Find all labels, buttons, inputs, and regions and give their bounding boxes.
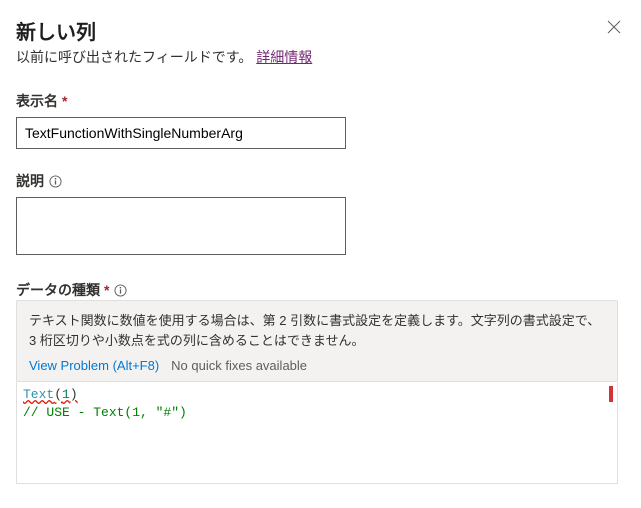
required-marker: *	[62, 93, 67, 109]
subtitle-text: 以前に呼び出されたフィールドです。	[16, 49, 256, 65]
view-problem-link[interactable]: View Problem (Alt+F8)	[29, 358, 159, 373]
error-message: テキスト関数に数値を使用する場合は、第 2 引数に書式設定を定義します。文字列の…	[29, 311, 605, 350]
data-type-field: データの種類 * テキスト関数に数値を使用する場合は、第 2 引数に書式設定を定…	[16, 280, 625, 484]
display-name-input[interactable]	[16, 117, 346, 149]
display-name-label: 表示名 *	[16, 91, 625, 111]
display-name-field: 表示名 *	[16, 91, 625, 149]
code-open-paren: (	[54, 387, 62, 402]
close-button[interactable]	[603, 16, 625, 38]
description-input[interactable]	[16, 197, 346, 255]
info-icon	[113, 283, 127, 297]
new-column-panel: 新しい列 以前に呼び出されたフィールドです。 詳細情報 表示名 * 説明 データ…	[0, 0, 641, 508]
panel-subtitle: 以前に呼び出されたフィールドです。 詳細情報	[16, 47, 625, 67]
description-label-text: 説明	[16, 171, 44, 191]
more-info-link[interactable]: 詳細情報	[256, 49, 312, 65]
code-function: Text	[23, 387, 54, 402]
panel-title: 新しい列	[16, 16, 96, 45]
error-tooltip: テキスト関数に数値を使用する場合は、第 2 引数に書式設定を定義します。文字列の…	[16, 300, 618, 382]
description-label: 説明	[16, 171, 625, 191]
code-comment: // USE - Text(1, "#")	[23, 405, 187, 420]
cursor-indicator	[609, 386, 613, 402]
info-icon	[48, 174, 62, 188]
display-name-label-text: 表示名	[16, 91, 58, 111]
header-row: 新しい列	[16, 16, 625, 47]
tooltip-actions: View Problem (Alt+F8) No quick fixes avai…	[29, 358, 605, 373]
description-field: 説明	[16, 171, 625, 258]
required-marker: *	[104, 282, 109, 298]
close-icon	[607, 20, 621, 34]
no-fixes-text: No quick fixes available	[171, 358, 307, 373]
code-close-paren: )	[70, 387, 78, 402]
formula-editor[interactable]: Text(1) // USE - Text(1, "#")	[16, 382, 618, 484]
code-arg: 1	[62, 387, 70, 402]
data-type-label: データの種類 *	[16, 280, 625, 300]
data-type-label-text: データの種類	[16, 280, 100, 300]
